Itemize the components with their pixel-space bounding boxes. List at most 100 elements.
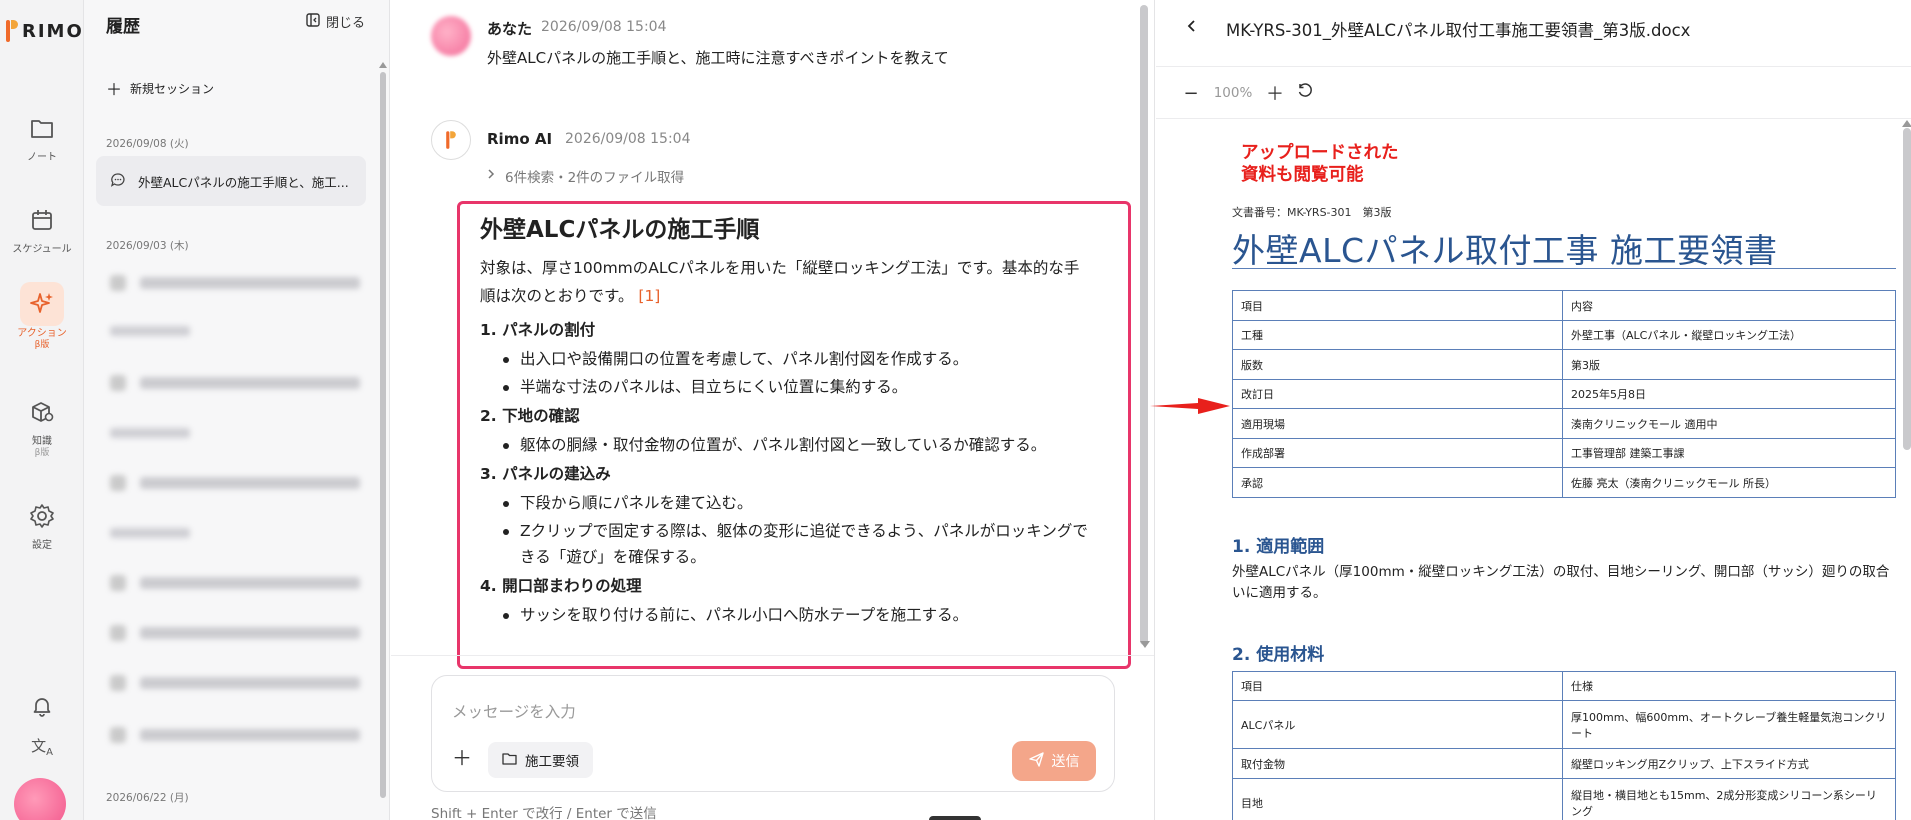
chat-divider: [391, 655, 1154, 656]
rail-sub-action: β版: [34, 340, 50, 350]
folder-chip[interactable]: 施工要領: [488, 742, 593, 778]
user-message-time: 2026/09/08 15:04: [541, 19, 667, 35]
table-cell: 版数: [1232, 349, 1563, 380]
answer-step-title: 4. 開口部まわりの処理: [480, 577, 642, 595]
table-cell: 承認: [1232, 467, 1563, 498]
document-number: 文書番号：MK-YRS-301 第3版: [1232, 206, 1392, 219]
back-button[interactable]: [1186, 18, 1196, 37]
answer-bullet: サッシを取り付ける前に、パネル小口へ防水テープを施工する。: [480, 602, 1090, 628]
viewer-scrollbar[interactable]: [1903, 128, 1911, 450]
ai-name: Rimo AI: [487, 130, 553, 148]
viewer-scroll-up[interactable]: [1902, 120, 1911, 127]
tool-summary-toggle[interactable]: 6件検索・2件のファイル取得: [487, 166, 684, 186]
bottom-handle[interactable]: [929, 816, 981, 820]
annotation-arrow-icon: [1150, 398, 1230, 414]
table-cell: 目地: [1232, 778, 1563, 820]
rail-item-knowledge[interactable]: 知識 β版: [0, 390, 84, 459]
close-history-label: 閉じる: [326, 16, 366, 31]
title-underline: [1232, 268, 1896, 269]
send-icon: [1028, 751, 1044, 771]
new-session-button[interactable]: ＋ 新規セッション: [106, 76, 214, 100]
history-scrollbar[interactable]: [380, 72, 386, 798]
rail-label-knowledge: 知識: [32, 436, 52, 447]
document-title: 外壁ALCパネル取付工事 施工要領書: [1232, 231, 1778, 270]
table-cell: ALCパネル: [1232, 700, 1563, 749]
message-composer: メッセージを入力 ＋ 施工要領 送信: [431, 675, 1115, 792]
folder-icon: [502, 752, 517, 769]
logo-mark-icon: [6, 20, 18, 42]
answer-bullet: 半端な寸法のパネルは、目立ちにくい位置に集約する。: [480, 374, 1090, 400]
rail-item-settings[interactable]: 設定: [0, 494, 84, 552]
history-title: 履歴: [106, 17, 140, 37]
keyboard-hint: Shift + Enter で改行 / Enter で送信: [431, 806, 657, 820]
app-window: RIMO ノート スケジュール アクション β版 知識 β版 設定 文A 履歴 …: [0, 0, 1911, 820]
reset-zoom-button[interactable]: [1290, 80, 1320, 106]
history-item-blurred[interactable]: [110, 372, 360, 394]
answer-intro: 対象は、厚さ100mmのALCパネルを用いた「縦壁ロッキング工法」です。基本的な…: [480, 254, 1090, 310]
ai-avatar: [431, 120, 471, 160]
bell-icon: [20, 684, 64, 728]
table-row: 取付金物 縦壁ロッキング用Zクリップ、上下スライド方式: [1232, 748, 1896, 779]
attach-button[interactable]: ＋: [450, 744, 474, 770]
message-input[interactable]: メッセージを入力: [452, 700, 576, 722]
zoom-in-button[interactable]: ＋: [1260, 80, 1290, 106]
citation-link[interactable]: [1]: [638, 287, 660, 305]
zoom-out-button[interactable]: −: [1176, 80, 1206, 106]
viewer-divider: [1156, 66, 1911, 67]
table-cell: 項目: [1232, 671, 1563, 701]
rail-label-settings: 設定: [32, 540, 52, 551]
table-cell: 改訂日: [1232, 379, 1563, 409]
logo: RIMO: [6, 20, 84, 42]
annotation-text: 資料も閲覧可能: [1241, 165, 1364, 185]
notification-button[interactable]: [0, 684, 84, 728]
history-date-label: 2026/09/08 (火): [106, 138, 189, 150]
table-cell: 2025年5月8日: [1562, 379, 1896, 409]
table-cell: 内容: [1562, 290, 1896, 321]
document-info-table: 項目 内容 工種 外壁工事（ALCパネル・縦壁ロッキング工法） 版数 第3版 改訂日 2025…: [1232, 290, 1896, 498]
close-history-button[interactable]: 閉じる: [306, 12, 365, 31]
user-avatar[interactable]: [14, 778, 66, 820]
rail-item-action[interactable]: アクション β版: [0, 282, 84, 351]
user-message-text: 外壁ALCパネルの施工手順と、施工時に注意すべきポイントを教えて: [487, 49, 949, 67]
history-panel: 履歴 閉じる ＋ 新規セッション 2026/09/08 (火) 外壁ALCパネル…: [84, 0, 390, 820]
answer-step-title: 3. パネルの建込み: [480, 465, 611, 483]
answer-highlight-box: 外壁ALCパネルの施工手順 対象は、厚さ100mmのALCパネルを用いた「縦壁ロ…: [457, 201, 1131, 669]
history-item-blurred[interactable]: [110, 622, 360, 644]
table-cell: 工種: [1232, 320, 1563, 350]
history-item-blurred[interactable]: [110, 472, 360, 494]
chevron-right-icon: [487, 168, 495, 184]
chat-scrollbar[interactable]: [1140, 5, 1148, 645]
tool-summary-text: 6件検索・2件のファイル取得: [505, 170, 685, 186]
language-button[interactable]: 文A: [0, 724, 84, 768]
history-scroll-up[interactable]: [379, 62, 387, 68]
table-cell: 適用現場: [1232, 408, 1563, 439]
zoom-level: 100%: [1213, 85, 1253, 101]
section-heading: 1. 適用範囲: [1232, 537, 1325, 557]
chat-scroll-down[interactable]: [1140, 641, 1150, 648]
history-item-blurred[interactable]: [110, 572, 360, 594]
rail-label-action: アクション: [17, 328, 67, 339]
user-message-avatar: [431, 16, 471, 56]
history-item-active[interactable]: 外壁ALCパネルの施工手順と、施工...: [96, 156, 366, 206]
minus-icon: −: [1183, 82, 1199, 104]
answer-step-title: 2. 下地の確認: [480, 407, 580, 425]
history-item-blurred[interactable]: [110, 272, 360, 294]
rail-item-schedule[interactable]: スケジュール: [0, 198, 84, 256]
table-cell: 工事管理部 建築工事課: [1562, 438, 1896, 468]
history-date-blurred: [110, 326, 190, 336]
send-button[interactable]: 送信: [1012, 741, 1096, 781]
panel-collapse-icon: [306, 12, 320, 31]
history-item-blurred[interactable]: [110, 672, 360, 694]
knowledge-box-icon: [20, 390, 64, 434]
translate-icon: 文A: [31, 736, 53, 758]
history-date-label: 2026/09/03 (木): [106, 240, 189, 252]
answer-bullet: 躯体の胴縁・取付金物の位置が、パネル割付図と一致しているか確認する。: [480, 432, 1090, 458]
annotation-line: アップロードされた 資料も閲覧可能: [1241, 142, 1399, 186]
answer-bullet: Zクリップで固定する際は、躯体の変形に追従できるよう、パネルがロッキングできる「…: [480, 518, 1090, 570]
rail-item-notes[interactable]: ノート: [0, 106, 84, 164]
rail-label-schedule: スケジュール: [12, 244, 72, 255]
table-row: 承認 佐藤 亮太（湊南クリニックモール 所長）: [1232, 467, 1896, 498]
table-cell: 縦壁ロッキング用Zクリップ、上下スライド方式: [1562, 748, 1896, 779]
history-item-blurred[interactable]: [110, 724, 360, 746]
folder-icon: [20, 106, 64, 150]
